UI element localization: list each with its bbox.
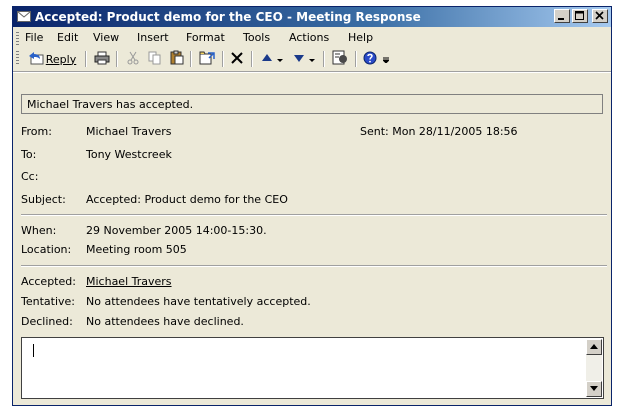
arrow-up-icon: [261, 53, 273, 66]
subject-label: Subject:: [21, 193, 66, 206]
to-value: Tony Westcreek: [86, 148, 172, 161]
toolbar-options-button[interactable]: [381, 50, 391, 68]
accepted-label: Accepted:: [21, 275, 76, 288]
scroll-up-button[interactable]: [586, 339, 602, 355]
toolbar-divider: [13, 71, 611, 73]
toolbar-separator: [323, 51, 325, 67]
maximize-button[interactable]: [572, 9, 588, 23]
menu-help[interactable]: Help: [348, 31, 373, 44]
reply-icon: [28, 51, 44, 68]
declined-label: Declined:: [21, 315, 73, 328]
menu-actions[interactable]: Actions: [289, 31, 329, 44]
from-label: From:: [21, 125, 52, 138]
close-button[interactable]: [592, 9, 608, 23]
menu-tools[interactable]: Tools: [243, 31, 270, 44]
location-label: Location:: [21, 243, 72, 256]
when-value: 29 November 2005 14:00-15:30.: [86, 224, 267, 237]
help-button[interactable]: [360, 50, 380, 68]
move-to-folder-button[interactable]: [196, 50, 218, 68]
address-book-icon: [332, 50, 348, 68]
from-value: Michael Travers: [86, 125, 172, 138]
tentative-label: Tentative:: [21, 295, 75, 308]
dropdown-arrow-icon: [277, 53, 283, 66]
vertical-scrollbar[interactable]: [586, 339, 602, 397]
delete-x-icon: [230, 51, 244, 68]
cc-label: Cc:: [21, 170, 39, 183]
paste-button[interactable]: [167, 50, 187, 68]
menu-view[interactable]: View: [93, 31, 119, 44]
title-bar[interactable]: Accepted: Product demo for the CEO - Mee…: [13, 7, 611, 27]
declined-value: No attendees have declined.: [86, 315, 244, 328]
address-book-button[interactable]: [329, 50, 351, 68]
toolbar-grip[interactable]: [16, 51, 19, 64]
sent-value: Sent: Mon 28/11/2005 18:56: [360, 125, 518, 138]
tentative-value: No attendees have tentatively accepted.: [86, 295, 311, 308]
arrow-down-icon: [293, 53, 305, 66]
meeting-response-window: Accepted: Product demo for the CEO - Mee…: [12, 6, 612, 406]
message-body[interactable]: [21, 337, 604, 399]
subject-value: Accepted: Product demo for the CEO: [86, 193, 288, 206]
to-label: To:: [21, 148, 37, 161]
accepted-attendee-link[interactable]: Michael Travers: [86, 275, 172, 288]
location-value: Meeting room 505: [86, 243, 187, 256]
move-to-folder-icon: [199, 51, 215, 68]
reply-button[interactable]: Reply: [23, 50, 81, 68]
next-item-button[interactable]: [289, 50, 319, 68]
minimize-button[interactable]: [554, 9, 570, 23]
scroll-down-button[interactable]: [586, 381, 602, 397]
help-icon: [363, 51, 377, 68]
envelope-icon: [17, 11, 31, 22]
info-banner: Michael Travers has accepted.: [21, 94, 603, 114]
menu-edit[interactable]: Edit: [57, 31, 78, 44]
menu-file[interactable]: File: [25, 31, 43, 44]
meeting-divider: [21, 265, 607, 267]
header-divider: [21, 214, 607, 216]
menu-format[interactable]: Format: [186, 31, 225, 44]
toolbar-separator: [355, 51, 357, 67]
toolbar-separator: [251, 51, 253, 67]
window-title: Accepted: Product demo for the CEO - Mee…: [35, 10, 421, 24]
info-banner-text: Michael Travers has accepted.: [27, 98, 194, 111]
print-button[interactable]: [92, 50, 112, 68]
scissors-icon: [126, 51, 140, 68]
reply-label: Reply: [45, 52, 77, 66]
toolbar-separator: [222, 51, 224, 67]
menu-bar: File Edit View Insert Format Tools Actio…: [13, 29, 611, 47]
copy-button: [145, 50, 165, 68]
toolbar-separator: [190, 51, 192, 67]
copy-icon: [148, 51, 162, 68]
toolbar-options-icon: [381, 53, 391, 66]
menu-insert[interactable]: Insert: [137, 31, 169, 44]
printer-icon: [94, 51, 110, 68]
delete-button[interactable]: [227, 50, 247, 68]
toolbar-separator: [85, 51, 87, 67]
toolbar-separator: [116, 51, 118, 67]
when-label: When:: [21, 224, 57, 237]
cut-button: [123, 50, 143, 68]
menu-grip[interactable]: [16, 32, 19, 45]
text-caret: [33, 344, 34, 357]
clipboard-icon: [170, 50, 184, 68]
dropdown-arrow-icon: [309, 53, 315, 66]
previous-item-button[interactable]: [257, 50, 287, 68]
standard-toolbar: Reply: [13, 48, 611, 70]
